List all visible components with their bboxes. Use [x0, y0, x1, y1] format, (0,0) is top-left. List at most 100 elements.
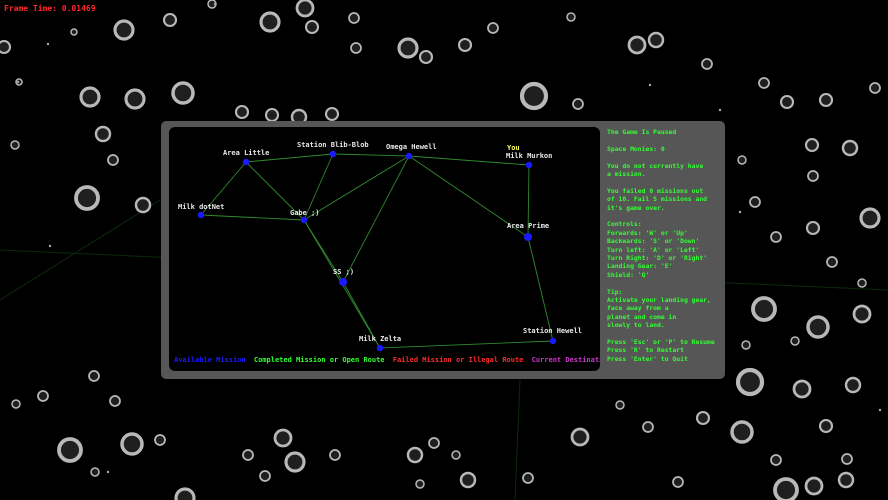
location-label-area-prime: Area Prime: [507, 222, 549, 230]
asteroid: [749, 196, 761, 208]
asteroid: [397, 37, 419, 59]
control-shield: Shield: 'Q': [607, 270, 650, 279]
location-node-area-little[interactable]: [242, 158, 250, 166]
key-resume: Press 'Esc' or 'P' to Resume: [607, 338, 715, 347]
star-speck: [46, 42, 50, 46]
location-node-ss[interactable]: [339, 278, 347, 286]
tip-title: Tip:: [607, 287, 623, 296]
asteroid: [770, 454, 782, 466]
asteroid: [627, 35, 647, 55]
route-line: [200, 214, 305, 221]
star-speck: [106, 470, 110, 474]
star-speck: [738, 210, 742, 214]
control-turn-right: Turn Right: 'D' or 'Right': [607, 254, 708, 263]
asteroid: [672, 476, 684, 488]
asteroid: [805, 220, 821, 236]
asteroid: [806, 315, 830, 339]
asteroid: [841, 453, 853, 465]
location-label-station-hewell: Station Hewell: [523, 327, 582, 335]
controls-block: Controls: Forwards: 'W' or 'Up' Backwards:…: [607, 220, 725, 279]
asteroid: [120, 432, 144, 456]
asteroid: [730, 420, 754, 444]
info-panel: The Game Is Paused Space Monies: 0 You d…: [607, 128, 725, 372]
star-speck: [878, 408, 882, 412]
asteroid: [459, 471, 477, 489]
paused-text: The Game Is Paused: [607, 128, 677, 136]
star-speck: [213, 2, 217, 6]
asteroid: [751, 296, 777, 322]
location-label-milk-murkon: Milk Murkon: [506, 152, 552, 160]
location-label-area-little: Area Little: [223, 149, 269, 157]
asteroid: [852, 304, 872, 324]
tip-block: Tip: Activate your landing gear, face awa…: [607, 288, 725, 330]
location-label-milk-dotnet: Milk dotNet: [178, 203, 224, 211]
asteroid: [295, 0, 315, 18]
key-restart: Press 'R' to Restart: [607, 346, 684, 355]
control-turn-left: Turn left: 'A' or 'Left': [607, 245, 700, 254]
asteroid: [522, 472, 534, 484]
asteroid: [11, 399, 21, 409]
asteroid: [109, 395, 121, 407]
asteroid: [642, 421, 654, 433]
asteroid: [487, 22, 499, 34]
asteroid: [741, 340, 751, 350]
asteroid: [869, 82, 881, 94]
asteroid: [519, 81, 549, 111]
star-speck: [48, 244, 52, 248]
asteroid: [57, 437, 83, 463]
asteroid: [74, 185, 100, 211]
asteroid: [857, 278, 867, 288]
asteroid: [841, 139, 859, 157]
asteroid: [350, 42, 362, 54]
asteroid: [37, 390, 49, 402]
location-node-milk-dotnet[interactable]: [197, 211, 205, 219]
asteroid: [457, 37, 473, 53]
asteroid: [804, 476, 824, 496]
asteroid: [234, 104, 250, 120]
location-node-milk-zelta[interactable]: [376, 344, 384, 352]
location-node-gabe[interactable]: [300, 216, 308, 224]
asteroid: [415, 479, 425, 489]
asteroid: [818, 418, 834, 434]
asteroid: [859, 207, 881, 229]
asteroid: [695, 410, 711, 426]
control-backwards: Backwards: 'S' or 'Down': [607, 237, 700, 246]
asteroid: [428, 437, 440, 449]
asteroid: [304, 19, 320, 35]
location-node-milk-murkon[interactable]: [525, 161, 533, 169]
asteroid: [154, 434, 166, 446]
route-line: [332, 153, 410, 157]
asteroid: [572, 98, 584, 110]
location-label-ss: SS ;): [333, 268, 354, 276]
asteroid: [284, 451, 306, 473]
location-node-omega-hewell[interactable]: [405, 152, 413, 160]
asteroid: [737, 155, 747, 165]
location-label-gabe: Gabe ;): [290, 209, 320, 217]
asteroid: [735, 367, 765, 397]
mission-text: You do not currently have a mission.: [607, 161, 704, 178]
asteroid: [348, 12, 360, 24]
asteroid: [758, 77, 770, 89]
asteroid: [779, 94, 795, 110]
location-node-area-prime[interactable]: [524, 233, 532, 241]
location-node-station-hewell[interactable]: [549, 337, 557, 345]
route-map-canvas: Area Little Station Blib-Blob Omega Hewell…: [178, 141, 582, 352]
asteroid: [259, 470, 271, 482]
star-speck: [718, 108, 722, 112]
location-node-station-blib[interactable]: [329, 150, 337, 158]
asteroid: [818, 92, 834, 108]
asteroid: [826, 256, 838, 268]
legend-failed: Failed Mission or Illegal Route: [392, 356, 524, 364]
frame-time-readout: Frame Time: 0.01469: [4, 4, 96, 13]
route-map: Area Little Station Blib-Blob Omega Hewell…: [169, 127, 600, 371]
legend-destination: Current Destination: [531, 356, 600, 364]
control-landing-gear: Landing Gear: 'E': [607, 262, 673, 271]
asteroid: [570, 427, 590, 447]
star-speck: [16, 80, 20, 84]
asteroid: [113, 19, 135, 41]
asteroid: [10, 140, 20, 150]
asteroid: [406, 446, 424, 464]
asteroid: [770, 231, 782, 243]
asteroid: [171, 81, 195, 105]
route-line: [527, 236, 554, 342]
